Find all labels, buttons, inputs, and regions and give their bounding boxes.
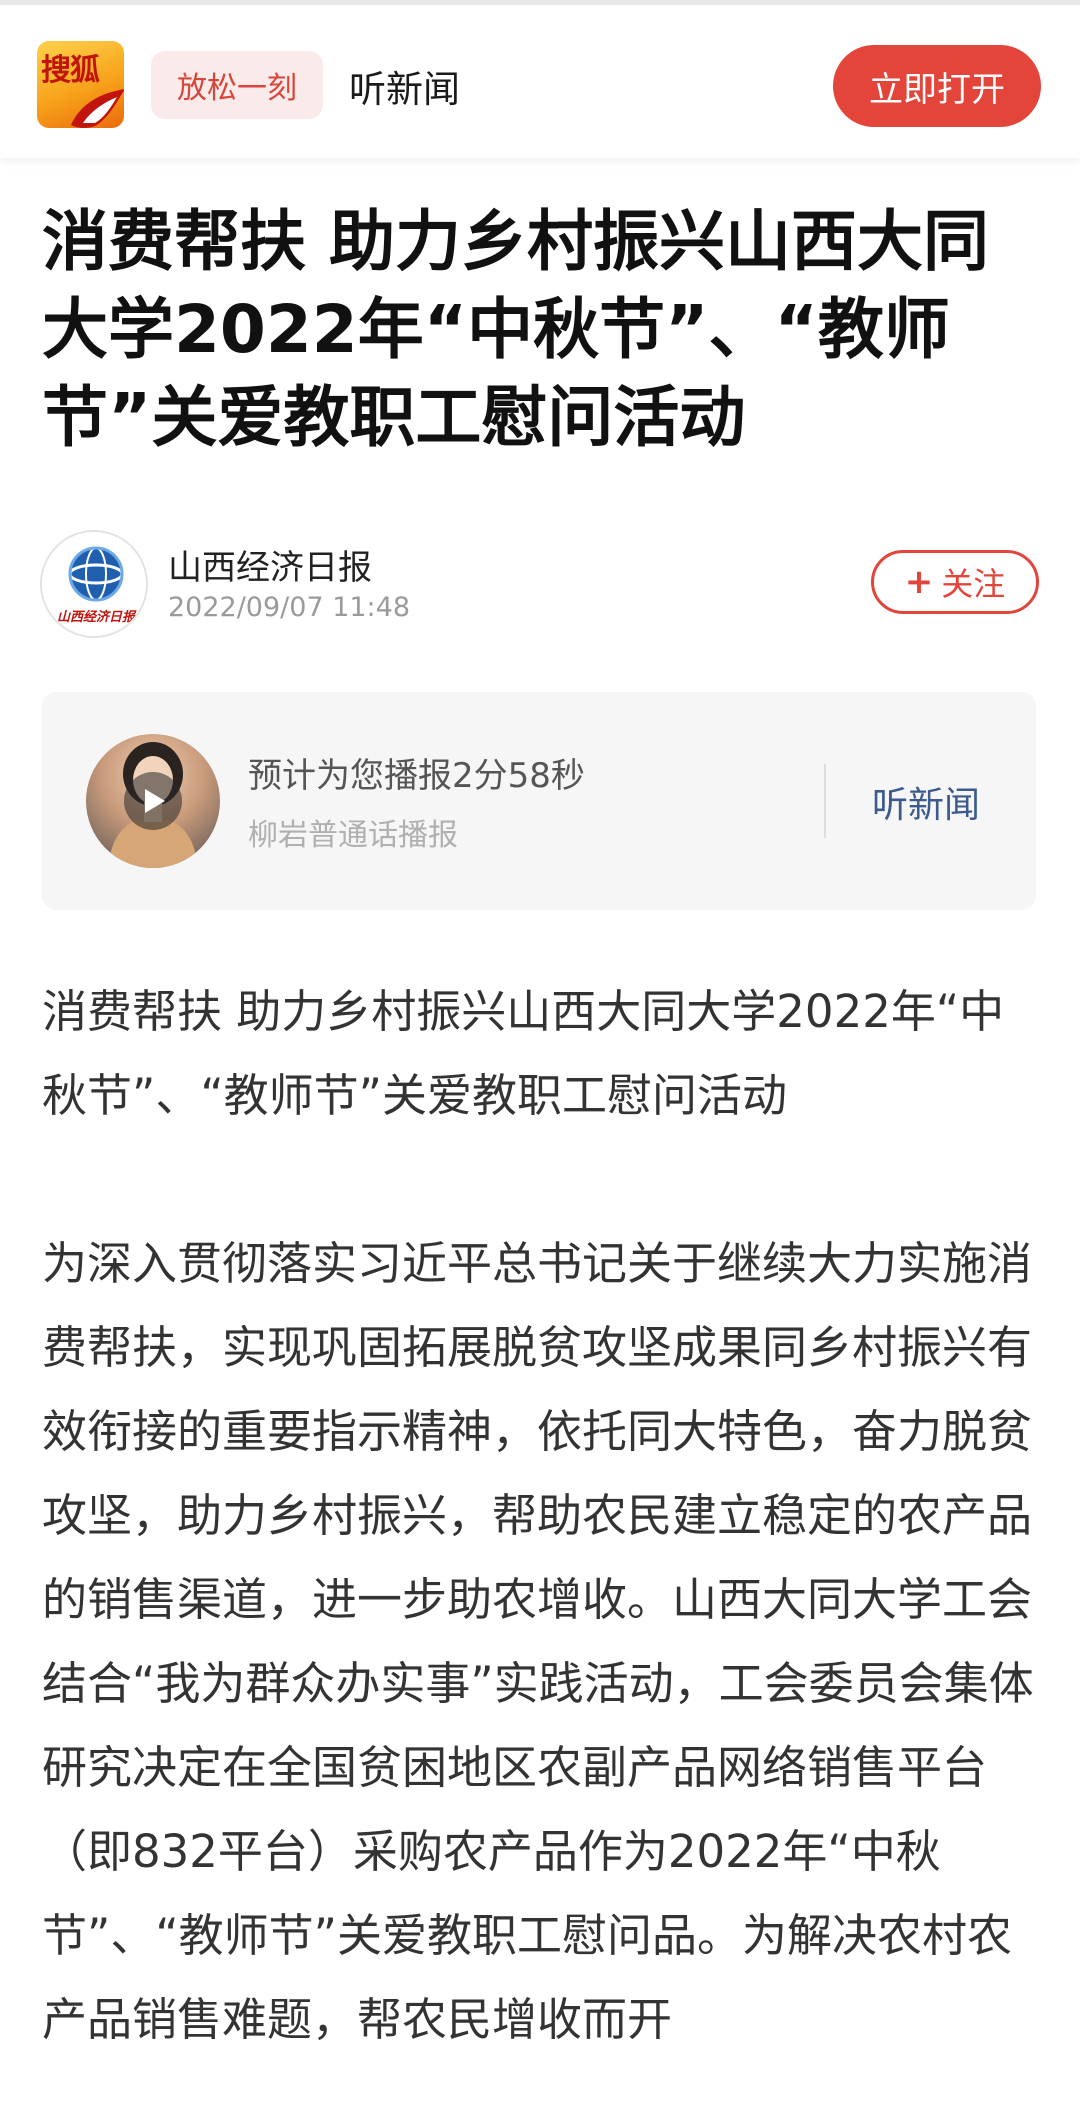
article-paragraph: 为深入贯彻落实习近平总书记关于继续大力实施消费帮扶，实现巩固拓展脱贫攻坚成果同乡… <box>42 1237 1034 2046</box>
top-app-bar: 搜狐 放松一刻 听新闻 立即打开 <box>0 0 1080 158</box>
follow-label: 关注 <box>941 565 1006 603</box>
sohu-logo[interactable]: 搜狐 <box>37 41 124 128</box>
sohu-logo-text: 搜狐 <box>41 53 100 88</box>
audio-divider <box>824 764 826 838</box>
play-icon <box>145 789 165 813</box>
follow-button[interactable]: + 关注 <box>871 550 1039 614</box>
article-body: 消费帮扶 助力乡村振兴山西大同大学2022年“中秋节”、“教师节”关爱教职工慰问… <box>42 970 1042 2062</box>
play-button[interactable] <box>124 772 182 830</box>
audio-duration-estimate: 预计为您播报2分58秒 <box>248 756 585 796</box>
open-app-button[interactable]: 立即打开 <box>833 45 1041 127</box>
audio-voice-label: 柳岩普通话播报 <box>248 818 458 853</box>
author-avatar[interactable]: 山西经济日报 <box>40 530 148 638</box>
plus-icon: + <box>904 562 934 602</box>
fox-tail-icon <box>71 89 124 128</box>
narrator-avatar <box>86 734 220 868</box>
publish-time: 2022/09/07 11:48 <box>168 592 411 623</box>
relax-moment-tab[interactable]: 放松一刻 <box>151 51 323 119</box>
article-page: 搜狐 放松一刻 听新闻 立即打开 消费帮扶 助力乡村振兴山西大同大学2022年“… <box>0 0 1080 2113</box>
audio-player-card[interactable]: 预计为您播报2分58秒 柳岩普通话播报 听新闻 <box>42 692 1036 910</box>
newspaper-logo-text: 山西经济日报 <box>56 610 135 625</box>
author-name[interactable]: 山西经济日报 <box>168 540 372 589</box>
article-title: 消费帮扶 助力乡村振兴山西大同大学2022年“中秋节”、“教师节”关爱教职工慰问… <box>42 203 989 456</box>
article-lead-paragraph: 消费帮扶 助力乡村振兴山西大同大学2022年“中秋节”、“教师节”关爱教职工慰问… <box>42 985 1005 1122</box>
listen-news-button[interactable]: 听新闻 <box>872 776 980 828</box>
listen-news-tab[interactable]: 听新闻 <box>349 59 460 113</box>
